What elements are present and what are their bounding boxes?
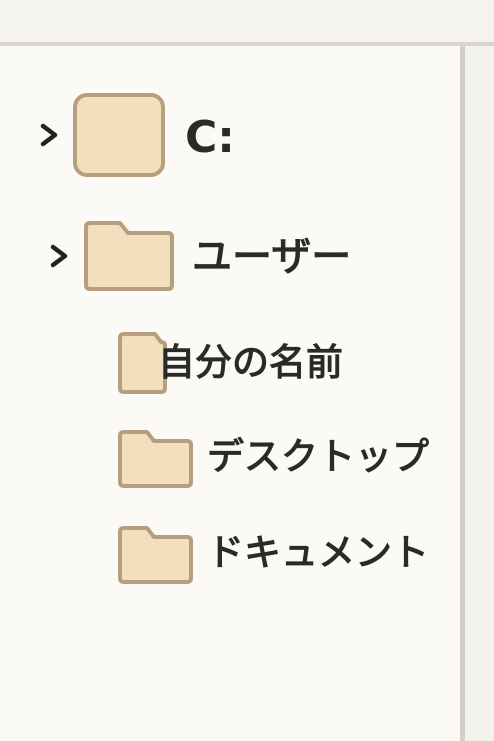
tree-item-my-name[interactable]: 自分の名前	[0, 330, 460, 396]
tree-item-label: ユーザー	[192, 234, 352, 280]
toolbar-area	[0, 0, 494, 46]
tree-item-drive-c[interactable]: C:	[0, 90, 460, 180]
folder-icon	[118, 430, 193, 488]
chevron-right-icon[interactable]	[38, 122, 60, 148]
tree-item-label: デスクトップ	[207, 435, 429, 478]
folder-icon	[84, 221, 174, 291]
folder-icon	[118, 526, 193, 584]
tree-item-users[interactable]: ユーザー	[0, 215, 460, 295]
tree-item-label: ドキュメント	[207, 531, 429, 574]
drive-icon	[73, 93, 165, 177]
tree-item-label: C:	[185, 112, 235, 163]
tree-item-label: 自分の名前	[158, 341, 343, 384]
chevron-right-icon[interactable]	[48, 243, 70, 269]
vertical-scrollbar[interactable]	[460, 46, 494, 741]
tree-item-desktop[interactable]: デスクトップ	[0, 428, 460, 492]
tree-item-documents[interactable]: ドキュメント	[0, 524, 460, 586]
